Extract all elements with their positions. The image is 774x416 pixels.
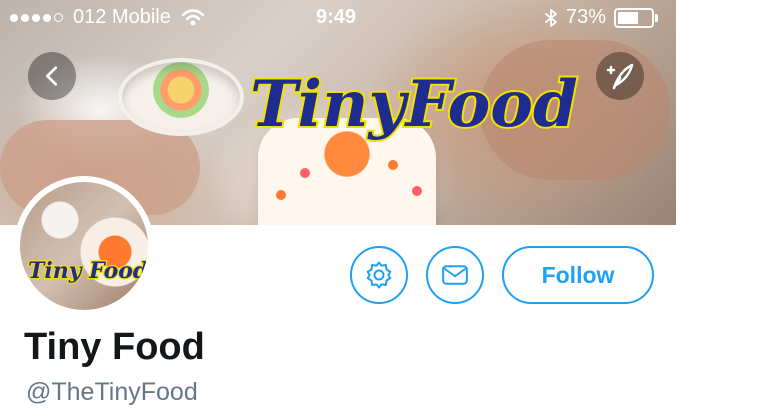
compose-tweet-button[interactable] bbox=[596, 52, 644, 100]
profile-avatar[interactable]: Tiny Food bbox=[14, 176, 154, 316]
signal-dot bbox=[10, 13, 18, 22]
profile-display-name: Tiny Food bbox=[24, 326, 205, 368]
clock: 9:49 bbox=[316, 6, 357, 28]
banner-sprinkle bbox=[300, 168, 310, 178]
chevron-left-icon bbox=[46, 66, 58, 86]
avatar-logo: Tiny Food bbox=[27, 257, 148, 286]
settings-button[interactable] bbox=[350, 246, 408, 304]
gear-icon bbox=[366, 261, 392, 289]
signal-strength-icon bbox=[10, 13, 63, 22]
battery-percent: 73% bbox=[566, 6, 607, 28]
profile-handle: @TheTinyFood bbox=[26, 378, 198, 406]
banner-sprinkle bbox=[388, 160, 398, 170]
envelope-icon bbox=[442, 265, 468, 285]
battery-nub bbox=[655, 13, 659, 22]
banner-sprinkle bbox=[276, 190, 286, 200]
follow-button-label: Follow bbox=[541, 261, 615, 288]
wifi-icon bbox=[181, 8, 205, 25]
signal-dot bbox=[32, 13, 40, 22]
avatar-logo-text: Tiny Food bbox=[28, 258, 148, 284]
follow-button[interactable]: Follow bbox=[502, 246, 654, 304]
banner-bowl bbox=[118, 58, 244, 136]
profile-screen: TinyFood 012 Mobile 9:49 73% Tiny Food F… bbox=[0, 0, 676, 416]
carrier-label: 012 Mobile bbox=[73, 6, 171, 28]
compose-feather-icon bbox=[606, 63, 634, 90]
direct-message-button[interactable] bbox=[426, 246, 484, 304]
battery-icon bbox=[614, 7, 659, 28]
status-bar: 012 Mobile 9:49 73% bbox=[0, 0, 676, 34]
banner-logo: TinyFood bbox=[248, 65, 580, 144]
back-button[interactable] bbox=[28, 52, 76, 100]
signal-dot bbox=[43, 13, 51, 22]
banner-sprinkle bbox=[412, 186, 422, 196]
signal-dot bbox=[54, 13, 63, 22]
banner-logo-text: TinyFood bbox=[250, 67, 578, 142]
signal-dot bbox=[21, 13, 29, 22]
bluetooth-icon bbox=[545, 8, 557, 27]
avatar-image: Tiny Food bbox=[20, 182, 148, 310]
battery-fill bbox=[618, 11, 639, 24]
